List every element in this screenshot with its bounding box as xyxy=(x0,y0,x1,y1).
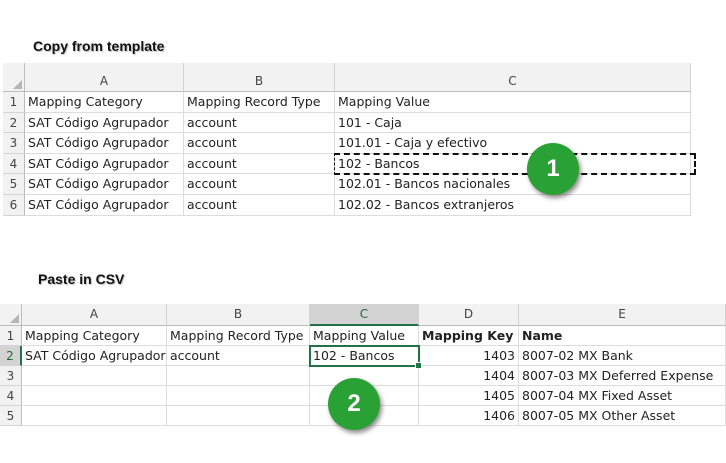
cell-d5[interactable]: 1406 xyxy=(419,406,519,426)
cell-e2[interactable]: 8007-02 MX Bank xyxy=(519,346,726,366)
cell-d3[interactable]: 1404 xyxy=(419,366,519,386)
cell-a3[interactable] xyxy=(22,366,167,386)
cell-b1[interactable]: Mapping Record Type xyxy=(167,326,310,346)
column-header-e[interactable]: E xyxy=(519,304,726,326)
cell-c2[interactable]: 101 - Caja xyxy=(335,113,691,133)
column-header-b[interactable]: B xyxy=(184,63,335,92)
row-header-5[interactable]: 5 xyxy=(3,174,25,195)
cell-a1[interactable]: Mapping Category xyxy=(22,326,167,346)
section-title-copy: Copy from template xyxy=(33,38,165,54)
cell-c3[interactable]: 101.01 - Caja y efectivo xyxy=(335,133,691,154)
cell-c1[interactable]: Mapping Value xyxy=(335,92,691,113)
row-header-4[interactable]: 4 xyxy=(3,154,25,174)
row-header-6[interactable]: 6 xyxy=(3,195,25,216)
section-title-paste: Paste in CSV xyxy=(38,271,125,287)
column-header-a[interactable]: A xyxy=(22,304,167,326)
cell-c1[interactable]: Mapping Value xyxy=(310,326,419,346)
cell-b4[interactable] xyxy=(167,386,310,406)
cell-b2[interactable]: account xyxy=(184,113,335,133)
cell-a4[interactable]: SAT Código Agrupador xyxy=(25,154,184,174)
cell-a6[interactable]: SAT Código Agrupador xyxy=(25,195,184,216)
column-header-a[interactable]: A xyxy=(25,63,184,92)
row-header-1[interactable]: 1 xyxy=(0,326,22,346)
cell-a3[interactable]: SAT Código Agrupador xyxy=(25,133,184,154)
column-header-d[interactable]: D xyxy=(419,304,519,326)
row-header-2[interactable]: 2 xyxy=(3,113,25,133)
cell-a2[interactable]: SAT Código Agrupador xyxy=(22,346,167,366)
cell-a2[interactable]: SAT Código Agrupador xyxy=(25,113,184,133)
select-all-corner[interactable] xyxy=(3,63,25,92)
cell-a5[interactable] xyxy=(22,406,167,426)
column-header-c[interactable]: C xyxy=(335,63,691,92)
fill-handle[interactable] xyxy=(415,362,422,369)
cell-b5[interactable] xyxy=(167,406,310,426)
cell-a1[interactable]: Mapping Category xyxy=(25,92,184,113)
cell-d2[interactable]: 1403 xyxy=(419,346,519,366)
cell-e1[interactable]: Name xyxy=(519,326,726,346)
column-header-c[interactable]: C xyxy=(310,304,419,326)
cell-e3[interactable]: 8007-03 MX Deferred Expense xyxy=(519,366,726,386)
cell-e4[interactable]: 8007-04 MX Fixed Asset xyxy=(519,386,726,406)
cell-b2[interactable]: account xyxy=(167,346,310,366)
row-header-2[interactable]: 2 xyxy=(0,346,22,366)
row-header-5[interactable]: 5 xyxy=(0,406,22,426)
cell-e5[interactable]: 8007-05 MX Other Asset xyxy=(519,406,726,426)
cell-b1[interactable]: Mapping Record Type xyxy=(184,92,335,113)
cell-d1[interactable]: Mapping Key xyxy=(419,326,519,346)
copy-marquee xyxy=(334,153,696,175)
step-badge-2: 2 xyxy=(328,378,380,430)
cell-b6[interactable]: account xyxy=(184,195,335,216)
cell-d4[interactable]: 1405 xyxy=(419,386,519,406)
row-header-3[interactable]: 3 xyxy=(0,366,22,386)
row-header-1[interactable]: 1 xyxy=(3,92,25,113)
column-header-b[interactable]: B xyxy=(167,304,310,326)
row-header-4[interactable]: 4 xyxy=(0,386,22,406)
active-cell-selection xyxy=(309,345,420,367)
cell-b3[interactable]: account xyxy=(184,133,335,154)
cell-c5[interactable]: 102.01 - Bancos nacionales xyxy=(335,174,691,195)
cell-b4[interactable]: account xyxy=(184,154,335,174)
step-badge-1: 1 xyxy=(527,143,579,195)
cell-b5[interactable]: account xyxy=(184,174,335,195)
cell-a5[interactable]: SAT Código Agrupador xyxy=(25,174,184,195)
cell-a4[interactable] xyxy=(22,386,167,406)
select-all-corner[interactable] xyxy=(0,304,22,326)
cell-c6[interactable]: 102.02 - Bancos extranjeros xyxy=(335,195,691,216)
row-header-3[interactable]: 3 xyxy=(3,133,25,154)
cell-b3[interactable] xyxy=(167,366,310,386)
